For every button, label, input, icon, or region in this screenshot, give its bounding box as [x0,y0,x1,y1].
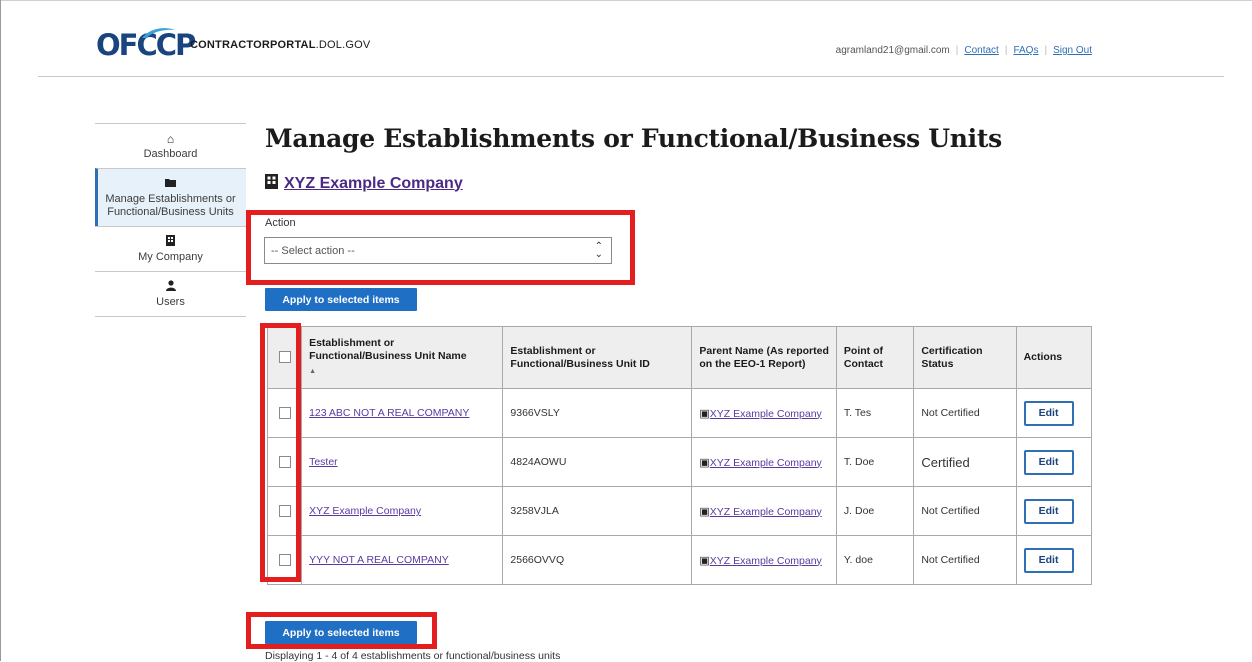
table-row: YYY NOT A REAL COMPANY 2566OVVQ ▣XYZ Exa… [266,535,1093,585]
name-cell: 123 ABC NOT A REAL COMPANY [301,388,504,438]
status-cell: Certified [913,437,1017,487]
site-name-bold: CONTRACTORPORTAL [190,39,316,51]
id-cell: 9366VSLY [502,388,693,438]
highlight-box-action [246,210,635,285]
establishment-name-link[interactable]: YYY NOT A REAL COMPANY [309,554,449,566]
parent-cell: ▣XYZ Example Company [691,535,837,585]
frame-top [0,0,1252,1]
column-header-parent: Parent Name (As reported on the EEO-1 Re… [691,326,837,389]
parent-cell: ▣XYZ Example Company [691,486,837,536]
contact-cell: T. Tes [835,388,915,438]
actions-cell: Edit [1015,535,1093,585]
sign-out-link[interactable]: Sign Out [1053,45,1092,56]
results-count: Displaying 1 - 4 of 4 establishments or … [265,650,561,662]
status-cell: Not Certified [913,388,1017,438]
sidebar-item-manage-establishments[interactable]: Manage Establishments or Functional/Busi… [95,168,246,226]
sidebar-item-label: Users [156,296,185,308]
folder-icon [99,177,242,191]
table-row: Tester 4824AOWU ▣XYZ Example Company T. … [266,437,1093,487]
sidebar-item-users[interactable]: Users [95,271,246,317]
edit-button[interactable]: Edit [1023,400,1074,426]
page-title: Manage Establishments or Functional/Busi… [265,124,1002,153]
parent-name-link[interactable]: XYZ Example Company [710,408,822,420]
parent-name-link[interactable]: XYZ Example Company [710,506,822,518]
name-cell: YYY NOT A REAL COMPANY [301,535,504,585]
edit-button[interactable]: Edit [1023,547,1074,573]
contact-cell: Y. doe [835,535,915,585]
edit-button[interactable]: Edit [1023,449,1074,475]
building-icon: ▣ [699,505,710,518]
apply-selected-button-top[interactable]: Apply to selected items [265,288,417,311]
company-link[interactable]: XYZ Example Company [284,175,463,193]
establishment-name-link[interactable]: XYZ Example Company [309,505,421,517]
top-links: agramland21@gmail.com | Contact | FAQs |… [836,45,1092,56]
site-name-rest: .DOL.GOV [315,39,371,51]
column-header-status: Certification Status [913,326,1017,389]
actions-cell: Edit [1015,486,1093,536]
logo-swoosh-icon [142,28,176,38]
sidebar-item-label: My Company [138,251,203,263]
user-email: agramland21@gmail.com [835,45,950,56]
name-cell: XYZ Example Company [301,486,504,536]
home-icon: ⌂ [166,132,175,146]
column-header-name[interactable]: Establishment or Functional/Business Uni… [301,326,504,389]
table-row: XYZ Example Company 3258VJLA ▣XYZ Exampl… [266,486,1093,536]
establishments-table: Establishment or Functional/Business Uni… [266,326,1093,585]
frame-left [0,0,1,661]
highlight-box-apply-bottom [246,612,437,649]
sidebar-item-label: Dashboard [143,148,198,160]
sort-ascending-icon[interactable]: ▲ [309,365,495,378]
contact-cell: J. Doe [835,486,915,536]
name-cell: Tester [301,437,504,487]
id-cell: 4824AOWU [502,437,693,487]
column-header-id: Establishment or Functional/Business Uni… [502,326,693,389]
faqs-link[interactable]: FAQs [1013,45,1038,56]
table-header-row: Establishment or Functional/Business Uni… [266,326,1093,389]
building-icon [265,174,278,193]
contact-link[interactable]: Contact [964,45,998,56]
id-cell: 3258VJLA [502,486,693,536]
table-row: 123 ABC NOT A REAL COMPANY 9366VSLY ▣XYZ… [266,388,1093,438]
sidebar-item-my-company[interactable]: My Company [95,226,246,271]
contact-cell: T. Doe [835,437,915,487]
user-icon [99,280,242,294]
parent-cell: ▣XYZ Example Company [691,437,837,487]
separator: | [1004,45,1008,56]
parent-cell: ▣XYZ Example Company [691,388,837,438]
column-header-label: Establishment or Functional/Business Uni… [309,337,467,362]
status-cell: Not Certified [913,535,1017,585]
edit-button[interactable]: Edit [1023,498,1074,524]
establishment-name-link[interactable]: Tester [309,456,338,468]
site-header: OFCCP CONTRACTORPORTAL.DOL.GOV agramland… [38,22,1224,77]
column-header-contact: Point of Contact [835,326,915,389]
actions-cell: Edit [1015,437,1093,487]
ofccp-logo[interactable]: OFCCP [96,28,196,60]
establishment-name-link[interactable]: 123 ABC NOT A REAL COMPANY [309,407,469,419]
actions-cell: Edit [1015,388,1093,438]
building-icon [99,235,242,249]
highlight-box-checkboxes [260,323,301,582]
sidebar-item-label: Manage Establishments or Functional/Busi… [105,193,236,218]
parent-name-link[interactable]: XYZ Example Company [710,457,822,469]
sidebar-item-dashboard[interactable]: ⌂ Dashboard [95,123,246,168]
status-cell: Not Certified [913,486,1017,536]
separator: | [955,45,959,56]
building-icon: ▣ [699,554,710,567]
id-cell: 2566OVVQ [502,535,693,585]
separator: | [1044,45,1048,56]
building-icon: ▣ [699,456,710,469]
sidebar-nav: ⌂ Dashboard Manage Establishments or Fun… [95,123,246,317]
column-header-actions: Actions [1015,326,1093,389]
site-name[interactable]: CONTRACTORPORTAL.DOL.GOV [190,39,370,51]
parent-name-link[interactable]: XYZ Example Company [710,555,822,567]
building-icon: ▣ [699,407,710,420]
company-heading: XYZ Example Company [265,174,463,193]
